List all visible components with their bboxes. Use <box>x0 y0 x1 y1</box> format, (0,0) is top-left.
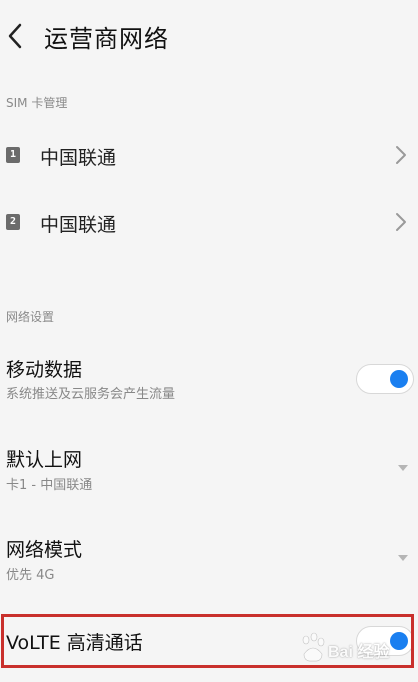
mobile-data-toggle[interactable] <box>356 364 414 394</box>
volte-toggle[interactable] <box>356 626 414 656</box>
toggle-knob <box>390 370 408 388</box>
network-mode-title: 网络模式 <box>6 539 83 561</box>
volte-row[interactable]: VoLTE 高清通话 <box>0 616 418 666</box>
sim-1-icon: 1 <box>6 147 20 163</box>
dropdown-arrow-icon <box>398 465 408 471</box>
back-button[interactable] <box>2 20 28 52</box>
section-label-sim: SIM 卡管理 <box>6 96 68 110</box>
section-label-network: 网络设置 <box>6 310 55 324</box>
volte-title: VoLTE 高清通话 <box>6 632 143 654</box>
header: 运营商网络 <box>0 0 418 72</box>
sim-2-carrier: 中国联通 <box>40 214 117 236</box>
mobile-data-row[interactable]: 移动数据 系统推送及云服务会产生流量 <box>0 345 418 415</box>
default-internet-row[interactable]: 默认上网 卡1 - 中国联通 <box>0 435 418 505</box>
default-internet-subtitle: 卡1 - 中国联通 <box>6 478 93 493</box>
mobile-data-title: 移动数据 <box>6 359 83 381</box>
toggle-knob <box>390 632 408 650</box>
dropdown-arrow-icon <box>398 555 408 561</box>
network-mode-row[interactable]: 网络模式 优先 4G <box>0 525 418 595</box>
sim-card-row-1[interactable]: 1 中国联通 <box>0 125 418 185</box>
chevron-right-icon <box>396 213 406 231</box>
bottom-strip <box>0 668 418 682</box>
screen: 运营商网络 SIM 卡管理 1 中国联通 2 中国联通 网络设置 移动数据 系统… <box>0 0 418 682</box>
chevron-right-icon <box>396 146 406 164</box>
network-mode-subtitle: 优先 4G <box>6 568 55 583</box>
page-title: 运营商网络 <box>44 25 169 53</box>
sim-2-icon: 2 <box>6 214 20 230</box>
sim-1-carrier: 中国联通 <box>40 147 117 169</box>
sim-card-row-2[interactable]: 2 中国联通 <box>0 192 418 252</box>
default-internet-title: 默认上网 <box>6 449 83 471</box>
chevron-left-icon <box>8 23 22 49</box>
mobile-data-subtitle: 系统推送及云服务会产生流量 <box>6 387 176 402</box>
